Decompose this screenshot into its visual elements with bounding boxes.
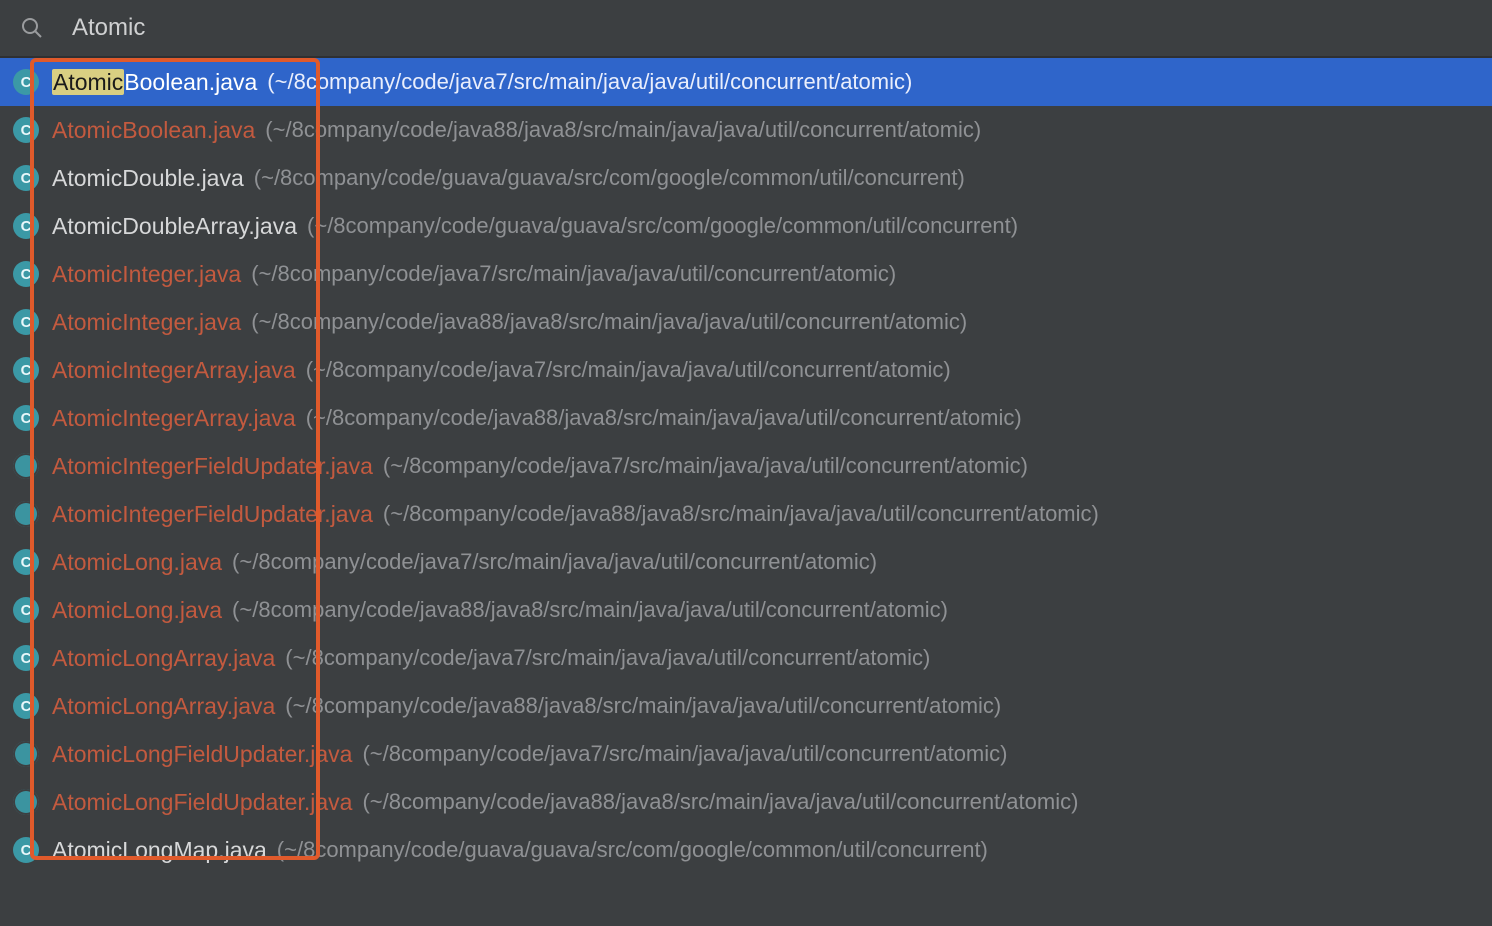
result-row[interactable]: C AtomicLong.java (~/8company/code/java88/… — [0, 586, 1492, 634]
result-row[interactable]: C AtomicIntegerFieldUpdater.java (~/8compa… — [0, 442, 1492, 490]
result-path: (~/8company/code/java88/java8/src/main/j… — [383, 501, 1099, 527]
class-icon: C — [12, 644, 40, 672]
class-icon: C — [12, 740, 40, 768]
result-row[interactable]: C AtomicDouble.java (~/8company/code/guava… — [0, 154, 1492, 202]
result-path: (~/8company/code/java7/src/main/java/jav… — [306, 357, 951, 383]
class-icon: C — [12, 788, 40, 816]
result-path: (~/8company/code/guava/guava/src/com/goo… — [277, 837, 988, 863]
result-path: (~/8company/code/java7/src/main/java/jav… — [285, 645, 930, 671]
result-filename: AtomicLong.java — [52, 549, 222, 576]
result-filename: AtomicInteger.java — [52, 309, 241, 336]
result-row[interactable]: C AtomicIntegerArray.java (~/8company/code… — [0, 346, 1492, 394]
result-filename: AtomicIntegerFieldUpdater.java — [52, 453, 373, 480]
result-filename: AtomicDouble.java — [52, 165, 244, 192]
result-row[interactable]: C AtomicLongFieldUpdater.java (~/8company/… — [0, 778, 1492, 826]
match-highlight: Atomic — [52, 69, 124, 95]
result-filename: AtomicLongFieldUpdater.java — [52, 741, 352, 768]
result-path: (~/8company/code/java7/src/main/java/jav… — [232, 549, 877, 575]
class-icon: C — [12, 500, 40, 528]
class-icon: C — [12, 116, 40, 144]
result-path: (~/8company/code/java88/java8/src/main/j… — [306, 405, 1022, 431]
result-path: (~/8company/code/java88/java8/src/main/j… — [362, 789, 1078, 815]
result-row[interactable]: C AtomicDoubleArray.java (~/8company/code/… — [0, 202, 1492, 250]
result-row[interactable]: C AtomicLongArray.java (~/8company/code/ja… — [0, 682, 1492, 730]
result-filename: AtomicDoubleArray.java — [52, 213, 297, 240]
class-icon: C — [12, 164, 40, 192]
result-row[interactable]: C AtomicInteger.java (~/8company/code/java… — [0, 250, 1492, 298]
result-path: (~/8company/code/java7/src/main/java/jav… — [267, 69, 912, 95]
result-filename: AtomicLongArray.java — [52, 645, 275, 672]
class-icon: C — [12, 356, 40, 384]
result-path: (~/8company/code/guava/guava/src/com/goo… — [307, 213, 1018, 239]
result-row[interactable]: C AtomicLongMap.java (~/8company/code/guav… — [0, 826, 1492, 874]
result-filename: AtomicBoolean.java — [52, 69, 257, 96]
class-icon: C — [12, 548, 40, 576]
class-icon: C — [12, 836, 40, 864]
result-filename: AtomicBoolean.java — [52, 117, 255, 144]
result-filename: AtomicLongArray.java — [52, 693, 275, 720]
search-input[interactable] — [72, 0, 1472, 56]
result-row[interactable]: C AtomicIntegerArray.java (~/8company/code… — [0, 394, 1492, 442]
class-icon: C — [12, 212, 40, 240]
result-row[interactable]: C AtomicLongFieldUpdater.java (~/8company/… — [0, 730, 1492, 778]
result-path: (~/8company/code/java7/src/main/java/jav… — [383, 453, 1028, 479]
results-list: C AtomicBoolean.java (~/8company/code/java… — [0, 58, 1492, 874]
result-filename: AtomicLongFieldUpdater.java — [52, 789, 352, 816]
result-row[interactable]: C AtomicIntegerFieldUpdater.java (~/8compa… — [0, 490, 1492, 538]
result-path: (~/8company/code/java7/src/main/java/jav… — [251, 261, 896, 287]
result-row[interactable]: C AtomicBoolean.java (~/8company/code/java… — [0, 58, 1492, 106]
result-path: (~/8company/code/java7/src/main/java/jav… — [362, 741, 1007, 767]
class-icon: C — [12, 692, 40, 720]
result-row[interactable]: C AtomicInteger.java (~/8company/code/java… — [0, 298, 1492, 346]
result-path: (~/8company/code/guava/guava/src/com/goo… — [254, 165, 965, 191]
result-filename: AtomicIntegerArray.java — [52, 357, 296, 384]
search-bar — [0, 0, 1492, 58]
result-filename: AtomicLong.java — [52, 597, 222, 624]
result-row[interactable]: C AtomicBoolean.java (~/8company/code/java… — [0, 106, 1492, 154]
search-icon — [20, 16, 44, 40]
class-icon: C — [12, 452, 40, 480]
class-icon: C — [12, 260, 40, 288]
result-filename: AtomicIntegerFieldUpdater.java — [52, 501, 373, 528]
class-icon: C — [12, 68, 40, 96]
class-icon: C — [12, 404, 40, 432]
result-path: (~/8company/code/java88/java8/src/main/j… — [232, 597, 948, 623]
result-row[interactable]: C AtomicLong.java (~/8company/code/java7/s… — [0, 538, 1492, 586]
class-icon: C — [12, 596, 40, 624]
result-path: (~/8company/code/java88/java8/src/main/j… — [265, 117, 981, 143]
result-filename: AtomicLongMap.java — [52, 837, 267, 864]
result-filename: AtomicIntegerArray.java — [52, 405, 296, 432]
result-row[interactable]: C AtomicLongArray.java (~/8company/code/ja… — [0, 634, 1492, 682]
result-filename: AtomicInteger.java — [52, 261, 241, 288]
class-icon: C — [12, 308, 40, 336]
result-path: (~/8company/code/java88/java8/src/main/j… — [251, 309, 967, 335]
result-path: (~/8company/code/java88/java8/src/main/j… — [285, 693, 1001, 719]
